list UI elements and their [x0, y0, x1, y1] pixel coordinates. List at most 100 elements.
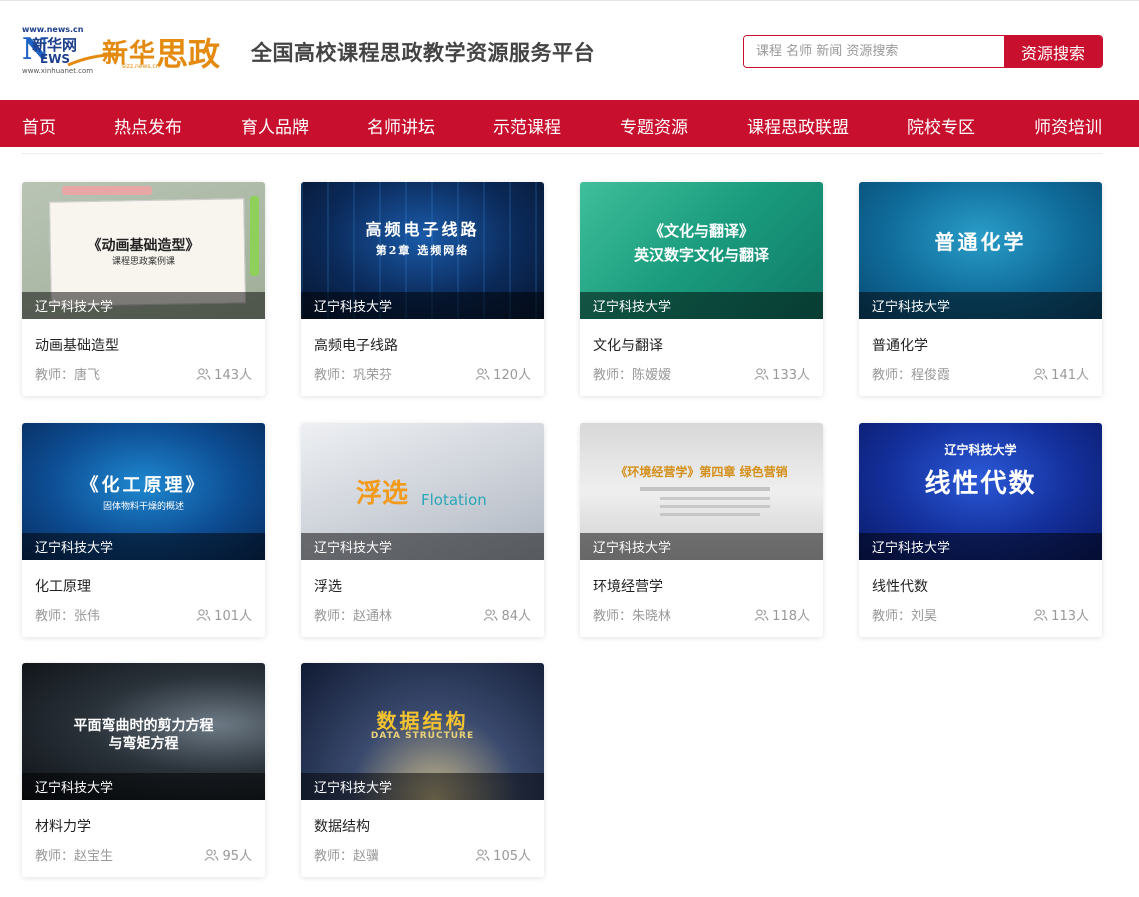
university-label: 辽宁科技大学: [593, 541, 672, 556]
site-logo[interactable]: www.news.cn N 新华网 EWS www.xinhuanet.com …: [22, 25, 237, 77]
search-button[interactable]: 资源搜索: [1004, 36, 1102, 67]
learner-count: 120人: [475, 364, 531, 383]
course-teacher: 教师：赵宝生: [35, 849, 114, 864]
course-name[interactable]: 材料力学: [35, 816, 91, 836]
search-box: 资源搜索: [743, 35, 1103, 68]
learner-count-value: 105人: [493, 849, 531, 864]
university-bar: 辽宁科技大学: [301, 292, 544, 319]
users-icon: [754, 608, 769, 621]
logo-brand-sub: sizz.news.cn: [122, 63, 160, 70]
thumb-subtitle: DATA STRUCTURE: [370, 731, 475, 741]
nav-item-topics[interactable]: 专题资源: [620, 113, 688, 138]
thumb-title: 《动画基础造型》: [87, 238, 200, 254]
course-name[interactable]: 文化与翻译: [593, 335, 663, 355]
course-card[interactable]: 高频电子线路 第2章 选频网络 辽宁科技大学 高频电子线路 教师：巩荣芬 120…: [301, 182, 544, 396]
learner-count-value: 95人: [222, 849, 252, 864]
course-name[interactable]: 环境经营学: [593, 576, 663, 596]
learner-count: 118人: [754, 605, 810, 624]
users-icon: [1033, 367, 1048, 380]
learner-count: 105人: [475, 845, 531, 864]
university-bar: 辽宁科技大学: [301, 773, 544, 800]
course-thumbnail[interactable]: 浮选 Flotation 辽宁科技大学: [301, 423, 544, 560]
university-label: 辽宁科技大学: [35, 300, 114, 315]
course-teacher: 教师：赵通林: [314, 609, 393, 624]
nav-item-demo-courses[interactable]: 示范课程: [493, 113, 561, 138]
learner-count-value: 133人: [772, 368, 810, 383]
search-input[interactable]: [744, 36, 1004, 67]
university-label: 辽宁科技大学: [593, 300, 672, 315]
nav-item-brand[interactable]: 育人品牌: [241, 113, 309, 138]
thumb-title: 浮选: [356, 479, 409, 509]
university-label: 辽宁科技大学: [872, 541, 951, 556]
university-bar: 辽宁科技大学: [22, 773, 265, 800]
university-bar: 辽宁科技大学: [301, 533, 544, 560]
course-teacher: 教师：陈嫒嫒: [593, 368, 672, 383]
learner-count-value: 113人: [1051, 609, 1089, 624]
course-card[interactable]: 浮选 Flotation 辽宁科技大学 浮选 教师：赵通林 84人: [301, 423, 544, 637]
logo-brand-b: 思政: [156, 35, 221, 73]
course-thumbnail[interactable]: 普通化学 辽宁科技大学: [859, 182, 1102, 319]
nav-item-training[interactable]: 师资培训: [1034, 113, 1102, 138]
learner-count-value: 118人: [772, 609, 810, 624]
learner-count: 101人: [196, 605, 252, 624]
course-card[interactable]: 《化工原理》 固体物料干燥的概述 辽宁科技大学 化工原理 教师：张伟 101人: [22, 423, 265, 637]
university-bar: 辽宁科技大学: [22, 533, 265, 560]
course-card[interactable]: 《环境经营学》第四章 绿色营销 辽宁科技大学 环境经营学 教师：朱晓林 118人: [580, 423, 823, 637]
course-thumbnail[interactable]: 高频电子线路 第2章 选频网络 辽宁科技大学: [301, 182, 544, 319]
thumb-title: 数据结构: [376, 709, 469, 733]
learner-count-value: 101人: [214, 609, 252, 624]
nav-item-colleges[interactable]: 院校专区: [907, 113, 975, 138]
university-bar: 辽宁科技大学: [859, 292, 1102, 319]
course-teacher: 教师：巩荣芬: [314, 368, 393, 383]
course-thumbnail[interactable]: 《化工原理》 固体物料干燥的概述 辽宁科技大学: [22, 423, 265, 560]
users-icon: [196, 608, 211, 621]
nav-item-forum[interactable]: 名师讲坛: [367, 113, 435, 138]
nav-item-hot[interactable]: 热点发布: [114, 113, 182, 138]
course-card[interactable]: 《文化与翻译》 英汉数字文化与翻译 辽宁科技大学 文化与翻译 教师：陈嫒嫒 13…: [580, 182, 823, 396]
course-name[interactable]: 动画基础造型: [35, 335, 119, 355]
thumb-title: 高频电子线路: [365, 220, 480, 239]
course-thumbnail[interactable]: 辽宁科技大学 线性代数 辽宁科技大学: [859, 423, 1102, 560]
main-nav: 首页 热点发布 育人品牌 名师讲坛 示范课程 专题资源 课程思政联盟 院校专区 …: [0, 100, 1139, 147]
learner-count: 141人: [1033, 364, 1089, 383]
course-card[interactable]: 数据结构 DATA STRUCTURE 辽宁科技大学 数据结构 教师：赵骥 10…: [301, 663, 544, 877]
site-title: 全国高校课程思政教学资源服务平台: [251, 41, 595, 65]
course-thumbnail[interactable]: 数据结构 DATA STRUCTURE 辽宁科技大学: [301, 663, 544, 800]
course-name[interactable]: 化工原理: [35, 576, 91, 596]
nav-item-home[interactable]: 首页: [22, 113, 56, 138]
university-label: 辽宁科技大学: [35, 541, 114, 556]
university-label: 辽宁科技大学: [872, 300, 951, 315]
course-name[interactable]: 浮选: [314, 576, 342, 596]
thumb-subtitle: 英汉数字文化与翻译: [633, 246, 769, 264]
course-card[interactable]: 辽宁科技大学 线性代数 辽宁科技大学 线性代数 教师：刘昊 113人: [859, 423, 1102, 637]
site-header: www.news.cn N 新华网 EWS www.xinhuanet.com …: [0, 0, 1139, 100]
course-name[interactable]: 线性代数: [872, 576, 928, 596]
university-bar: 辽宁科技大学: [859, 533, 1102, 560]
thumb-subtitle: Flotation: [421, 491, 487, 509]
thumb-subtitle: 固体物料干燥的概述: [102, 502, 184, 512]
course-name[interactable]: 高频电子线路: [314, 335, 398, 355]
thumb-title: 线性代数: [924, 469, 1037, 499]
users-icon: [484, 608, 498, 621]
course-name[interactable]: 普通化学: [872, 335, 928, 355]
learner-count: 143人: [196, 364, 252, 383]
users-icon: [475, 367, 490, 380]
course-thumbnail[interactable]: 《动画基础造型》 课程思政案例课 辽宁科技大学: [22, 182, 265, 319]
course-thumbnail[interactable]: 《文化与翻译》 英汉数字文化与翻译 辽宁科技大学: [580, 182, 823, 319]
university-label: 辽宁科技大学: [314, 300, 393, 315]
course-thumbnail[interactable]: 《环境经营学》第四章 绿色营销 辽宁科技大学: [580, 423, 823, 560]
nav-item-alliance[interactable]: 课程思政联盟: [747, 113, 849, 138]
learner-count-value: 84人: [501, 609, 531, 624]
course-card[interactable]: 普通化学 辽宁科技大学 普通化学 教师：程俊霞 141人: [859, 182, 1102, 396]
course-teacher: 教师：程俊霞: [872, 368, 951, 383]
university-bar: 辽宁科技大学: [580, 292, 823, 319]
course-thumbnail[interactable]: 平面弯曲时的剪力方程 与弯矩方程 辽宁科技大学: [22, 663, 265, 800]
course-name[interactable]: 数据结构: [314, 816, 370, 836]
course-teacher: 教师：张伟: [35, 609, 101, 624]
university-bar: 辽宁科技大学: [580, 533, 823, 560]
university-label: 辽宁科技大学: [314, 781, 393, 796]
users-icon: [754, 367, 769, 380]
university-label: 辽宁科技大学: [35, 781, 114, 796]
course-card[interactable]: 平面弯曲时的剪力方程 与弯矩方程 辽宁科技大学 材料力学 教师：赵宝生 95人: [22, 663, 265, 877]
course-card[interactable]: 《动画基础造型》 课程思政案例课 辽宁科技大学 动画基础造型 教师：唐飞 143…: [22, 182, 265, 396]
